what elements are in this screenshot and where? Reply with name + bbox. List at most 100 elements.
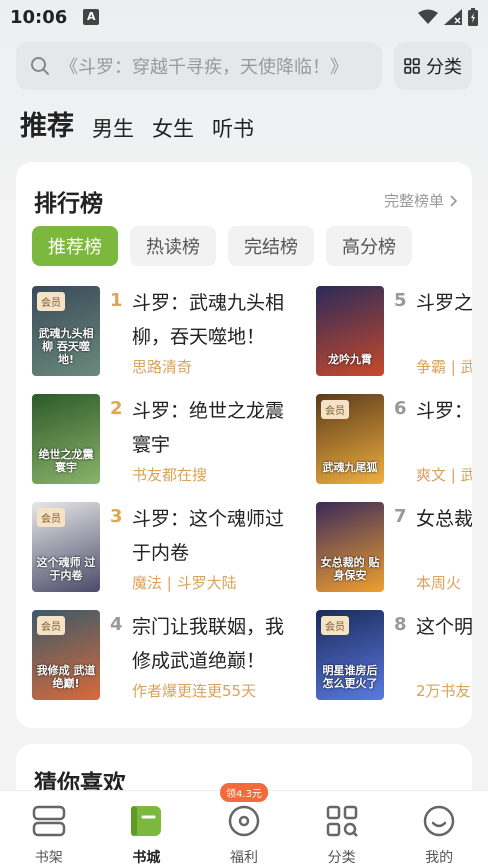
full-ranking-label: 完整榜单 <box>383 192 444 210</box>
nav-welfare[interactable]: 领4.3元 福利 <box>195 783 293 867</box>
welfare-icon <box>228 805 260 837</box>
book-tag: 2万书友 <box>416 682 471 700</box>
book-tag: 魔法 | 斗罗大陆 <box>132 574 237 592</box>
status-time: 10:06 <box>10 6 68 28</box>
book-cover-title: 这个魂师 过于内卷 <box>36 556 96 582</box>
book-cover-title: 绝世之龙震寰宇 <box>38 448 94 474</box>
rank-number: 6 <box>394 398 407 419</box>
book-cover: 会员 武魂九尾狐 <box>316 394 384 484</box>
chevron-right-icon <box>450 194 458 207</box>
search-row: 《斗罗：穿越千寻疾，天使降临！》 分类 <box>16 42 472 90</box>
notification-a-icon: A <box>83 9 100 25</box>
book-tag: 争霸 | 武 <box>416 358 472 376</box>
book-title: 斗罗：武魂九头相柳，吞天噬地！ <box>132 292 285 348</box>
book-title: 女总裁 <box>416 508 472 530</box>
grid-icon <box>404 58 420 74</box>
nav-profile-label: 我的 <box>425 850 454 866</box>
nav-bookshelf[interactable]: 书架 <box>0 791 98 867</box>
battery-icon <box>468 8 478 26</box>
book-title: 斗罗之 <box>416 292 472 314</box>
book-cover: 会员这个魂师 过于内卷 <box>32 502 100 592</box>
ranking-book-item[interactable]: 龙吟九霄 5 斗罗之争霸 | 武 <box>316 286 472 380</box>
search-input[interactable]: 《斗罗：穿越千寻疾，天使降临！》 <box>16 42 382 90</box>
member-badge: 会员 <box>37 616 65 635</box>
profile-icon <box>423 805 455 837</box>
nav-bookshelf-label: 书架 <box>34 850 63 866</box>
ranking-book-item[interactable]: 会员这个魂师 过于内卷 3 斗罗：这个魂师过于内卷魔法 | 斗罗大陆 <box>32 502 312 596</box>
nav-welfare-label: 福利 <box>229 850 258 866</box>
book-title: 宗门让我联姻，我修成武道绝巅！ <box>132 616 285 672</box>
book-tag: 本周火 <box>416 574 462 592</box>
bookshelf-icon <box>32 805 66 837</box>
tab-recommend[interactable]: 推荐 <box>20 104 74 143</box>
ranking-tabs: 推荐榜 热读榜 完结榜 高分榜 <box>32 226 412 266</box>
rank-number: 3 <box>110 506 123 527</box>
member-badge: 会员 <box>37 508 65 527</box>
nav-bookstore-label: 书城 <box>132 850 161 866</box>
category-button[interactable]: 分类 <box>394 42 472 90</box>
book-title: 斗罗：绝世之龙震寰宇 <box>132 400 285 456</box>
ranking-book-list: 会员 武魂九头相柳 吞天噬地! 1 斗罗：武魂九头相柳，吞天噬地！ 思路清奇 绝世之龙震寰… <box>32 286 472 716</box>
rank-number: 5 <box>394 290 407 311</box>
search-placeholder: 《斗罗：穿越千寻疾，天使降临！》 <box>60 57 348 78</box>
book-title: 斗罗：这个魂师过于内卷 <box>132 508 285 564</box>
book-tag: 作者爆更连更55天 <box>132 682 257 700</box>
book-cover: 会员我修成 武道绝巅! <box>32 610 100 700</box>
member-badge: 会员 <box>37 292 65 311</box>
ranking-tab-finished[interactable]: 完结榜 <box>228 226 314 266</box>
ranking-tab-recommend[interactable]: 推荐榜 <box>32 226 118 266</box>
book-tag: 书友都在搜 <box>132 466 208 484</box>
ranking-book-item[interactable]: 会员武魂九头相柳 吞天噬地! 1 斗罗：武魂九头相柳，吞天噬地！ 思路清奇 <box>32 286 312 380</box>
book-cover: 龙吟九霄 <box>316 286 384 376</box>
status-indicators <box>418 8 478 26</box>
rank-number: 1 <box>110 290 123 311</box>
ranking-tab-high-score[interactable]: 高分榜 <box>326 226 412 266</box>
ranking-tab-hot[interactable]: 热读榜 <box>130 226 216 266</box>
book-tag: 爽文 | 武 <box>416 466 472 484</box>
rank-number: 4 <box>110 614 123 635</box>
ranking-book-item[interactable]: 女总裁的 贴身保安 7 女总裁本周火 <box>316 502 472 596</box>
tab-male[interactable]: 男生 <box>92 113 134 143</box>
member-badge: 会员 <box>321 400 349 419</box>
book-cover: 女总裁的 贴身保安 <box>316 502 384 592</box>
tab-audiobook[interactable]: 听书 <box>212 113 254 143</box>
bookstore-icon <box>131 806 162 836</box>
rank-number: 2 <box>110 398 123 419</box>
status-bar: 10:06 A <box>0 0 488 34</box>
book-cover-title: 武魂九尾狐 <box>322 461 378 474</box>
ranking-book-item[interactable]: 会员武魂九尾狐 6 斗罗：狐，我爽文 | 武 <box>316 394 472 488</box>
search-icon <box>31 57 49 75</box>
signal-icon <box>444 9 462 25</box>
nav-profile[interactable]: 我的 <box>390 791 488 867</box>
full-ranking-link[interactable]: 完整榜单 <box>384 190 458 211</box>
bottom-nav: 书架 书城 领4.3元 福利 分类 我的 <box>0 783 488 867</box>
book-cover: 会员明星谁房后 怎么更火了 <box>316 610 384 700</box>
nav-bookstore[interactable]: 书城 <box>98 791 196 867</box>
book-tag: 思路清奇 <box>132 358 193 376</box>
ranking-book-item[interactable]: 绝世之龙震寰宇 2 斗罗：绝世之龙震寰宇书友都在搜 <box>32 394 312 488</box>
book-cover-title: 我修成 武道绝巅! <box>36 664 96 690</box>
book-cover-title: 明星谁房后 怎么更火了 <box>322 664 378 690</box>
tab-female[interactable]: 女生 <box>152 113 194 143</box>
welfare-badge: 领4.3元 <box>220 783 268 802</box>
book-cover-title: 女总裁的 贴身保安 <box>320 556 380 582</box>
ranking-title: 排行榜 <box>34 191 103 217</box>
member-badge: 会员 <box>321 616 349 635</box>
book-cover-title: 武魂九头相柳 吞天噬地! <box>38 327 94 366</box>
category-icon <box>326 805 358 837</box>
ranking-book-item[interactable]: 会员明星谁房后 怎么更火了 8 这个明人么更火 2万书友 <box>316 610 472 704</box>
rank-number: 8 <box>394 614 407 635</box>
book-title: 斗罗：狐，我 <box>416 400 472 422</box>
nav-category[interactable]: 分类 <box>293 791 391 867</box>
book-cover: 会员武魂九头相柳 吞天噬地! <box>32 286 100 376</box>
category-button-label: 分类 <box>426 57 462 78</box>
top-tabs: 推荐 男生 女生 听书 <box>20 104 254 143</box>
book-cover-title: 龙吟九霄 <box>328 353 372 366</box>
ranking-card: 排行榜 完整榜单 推荐榜 热读榜 完结榜 高分榜 会员 武魂九头相柳 吞天噬地! 1… <box>16 162 472 728</box>
wifi-icon <box>418 9 438 24</box>
book-cover: 绝世之龙震寰宇 <box>32 394 100 484</box>
ranking-book-item[interactable]: 会员我修成 武道绝巅! 4 宗门让我联姻，我修成武道绝巅！ 作者爆更连更55天 <box>32 610 312 704</box>
book-title: 这个明人么更火 <box>416 616 472 638</box>
rank-number: 7 <box>394 506 407 527</box>
nav-category-label: 分类 <box>327 850 356 866</box>
